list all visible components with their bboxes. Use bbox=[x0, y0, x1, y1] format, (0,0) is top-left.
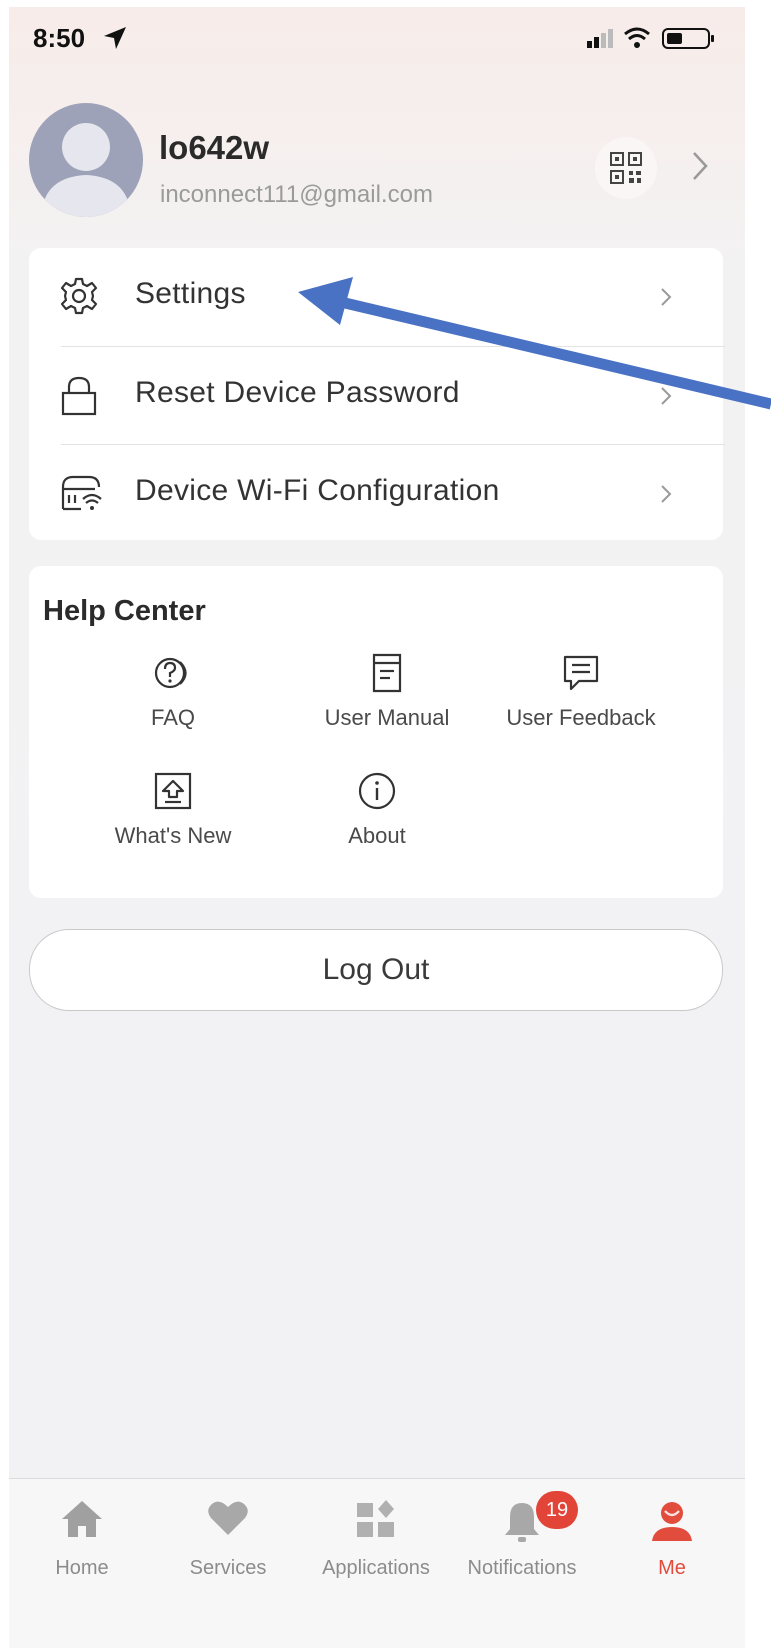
tab-label-home: Home bbox=[55, 1557, 109, 1579]
help-label-about: About bbox=[348, 823, 406, 848]
location-arrow-icon bbox=[104, 27, 126, 49]
help-item-whats-new[interactable]: What's New bbox=[83, 771, 263, 849]
status-time: 8:50 bbox=[33, 23, 86, 53]
upload-icon bbox=[154, 772, 192, 810]
menu-item-reset-device-password[interactable]: Reset Device Password bbox=[29, 347, 723, 444]
menu-item-device-wifi-configuration[interactable]: Device Wi-Fi Configuration bbox=[29, 445, 723, 542]
heart-icon bbox=[208, 1501, 248, 1535]
person-icon bbox=[652, 1502, 692, 1541]
tab-label-services: Services bbox=[189, 1557, 267, 1579]
screenshot-frame: 8:50 lo642w inconnect111@gmail.com Setti… bbox=[0, 0, 771, 1648]
home-icon bbox=[62, 1501, 102, 1537]
menu-label-settings: Settings bbox=[135, 277, 246, 310]
help-item-about[interactable]: About bbox=[287, 771, 467, 849]
help-item-faq[interactable]: FAQ bbox=[83, 653, 263, 731]
profile-email: inconnect111@gmail.com bbox=[160, 181, 433, 208]
help-label-user-manual: User Manual bbox=[324, 705, 450, 730]
tab-label-notifications: Notifications bbox=[467, 1557, 577, 1579]
info-icon bbox=[358, 772, 396, 810]
bottom-tab-bar: Home Services Applications 19 Notificati… bbox=[9, 1478, 745, 1648]
chevron-right-icon bbox=[661, 288, 672, 306]
lock-icon bbox=[61, 376, 97, 416]
apps-icon bbox=[357, 1500, 394, 1537]
faq-icon bbox=[154, 657, 187, 689]
phone-screen: 8:50 lo642w inconnect111@gmail.com Setti… bbox=[9, 7, 745, 1648]
profile-chevron-icon[interactable] bbox=[691, 150, 709, 182]
menu-label-reset-device-password: Reset Device Password bbox=[135, 376, 460, 409]
help-center-title: Help Center bbox=[43, 595, 206, 627]
help-item-user-feedback[interactable]: User Feedback bbox=[491, 653, 671, 731]
wifi-icon bbox=[624, 27, 650, 48]
avatar[interactable] bbox=[29, 103, 143, 217]
tab-notifications[interactable]: 19 Notifications bbox=[449, 1479, 595, 1648]
help-label-faq: FAQ bbox=[150, 705, 195, 730]
tab-label-applications: Applications bbox=[322, 1557, 430, 1579]
tab-label-me: Me bbox=[658, 1557, 686, 1579]
chevron-right-icon bbox=[661, 485, 672, 503]
menu-item-settings[interactable]: Settings bbox=[29, 248, 723, 345]
signal-icon bbox=[587, 29, 613, 48]
profile-username: lo642w bbox=[159, 129, 270, 166]
chevron-right-icon bbox=[661, 387, 672, 405]
battery-icon bbox=[662, 28, 714, 49]
tab-home[interactable]: Home bbox=[9, 1479, 155, 1648]
notification-badge: 19 bbox=[536, 1491, 578, 1529]
status-icons bbox=[587, 27, 714, 49]
qr-code-button[interactable] bbox=[595, 137, 657, 199]
chat-icon bbox=[563, 655, 599, 691]
tab-me[interactable]: Me bbox=[599, 1479, 745, 1648]
help-label-whats-new: What's New bbox=[114, 823, 232, 848]
default-avatar-icon bbox=[41, 123, 131, 217]
logout-button[interactable]: Log Out bbox=[29, 929, 723, 1011]
tab-services[interactable]: Services bbox=[155, 1479, 301, 1648]
qr-code-icon bbox=[610, 152, 642, 184]
account-menu-card: Settings Reset Device Password Device Wi… bbox=[29, 248, 725, 542]
tab-applications[interactable]: Applications bbox=[303, 1479, 449, 1648]
gear-icon bbox=[60, 277, 98, 315]
router-wifi-icon bbox=[61, 475, 102, 511]
menu-label-device-wifi-configuration: Device Wi-Fi Configuration bbox=[135, 474, 500, 507]
document-icon bbox=[372, 653, 402, 693]
help-item-user-manual[interactable]: User Manual bbox=[297, 653, 477, 731]
help-label-user-feedback: User Feedback bbox=[506, 705, 656, 730]
